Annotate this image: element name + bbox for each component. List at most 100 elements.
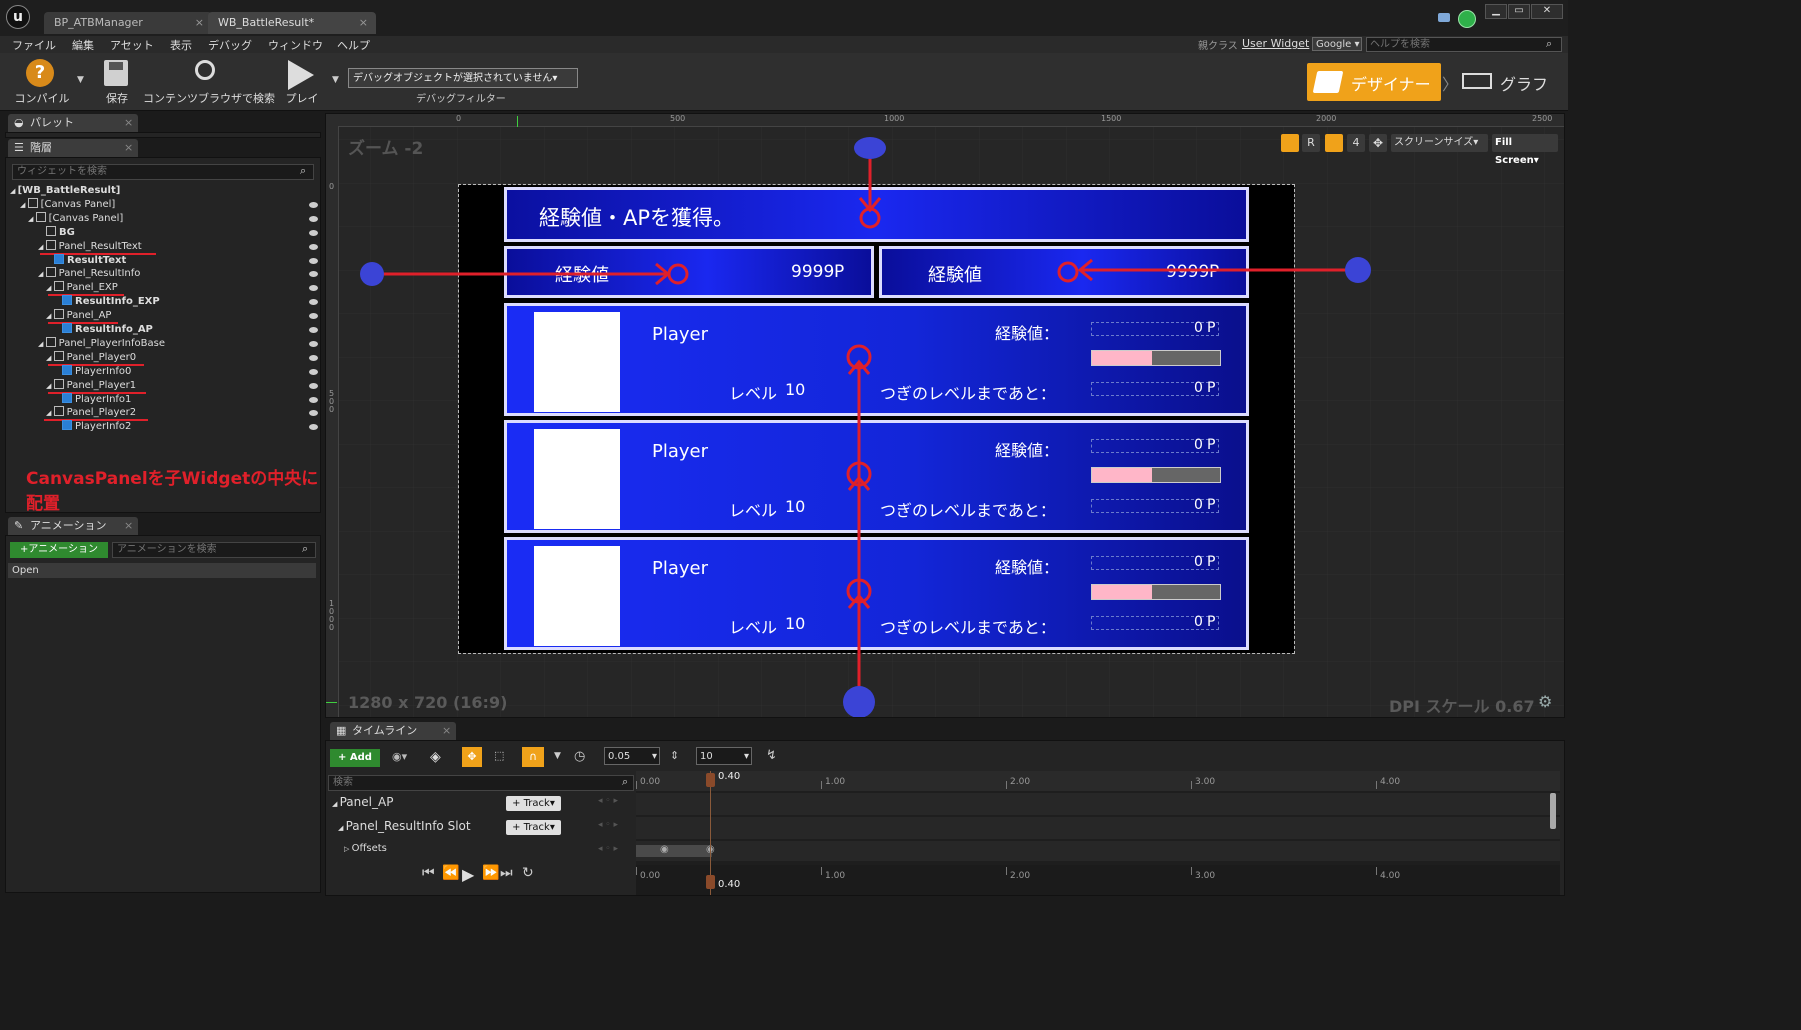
tree-item[interactable]: ◢ [Canvas Panel] [20, 197, 115, 212]
parent-class-value[interactable]: User Widget [1242, 37, 1309, 50]
visibility-eye-icon[interactable] [309, 215, 318, 222]
visibility-eye-icon[interactable] [309, 340, 318, 347]
visibility-eye-icon[interactable] [309, 243, 318, 250]
expand-arrow-icon[interactable]: ◢ [20, 201, 28, 209]
close-icon[interactable]: × [124, 114, 133, 132]
loop-icon[interactable]: ↻ [522, 865, 534, 881]
eye-filter-icon[interactable]: ◉▾ [392, 750, 407, 763]
menu-view[interactable]: 表示 [170, 37, 192, 53]
expand-arrow-icon[interactable]: ◢ [46, 354, 54, 362]
tree-item[interactable]: PlayerInfo1 [62, 392, 131, 407]
close-icon[interactable]: × [442, 722, 451, 740]
chevron-down-icon[interactable]: ▼ [554, 751, 561, 761]
step-back-icon[interactable]: ⏪ [442, 865, 459, 881]
visibility-eye-icon[interactable] [309, 396, 318, 403]
timeline-search-input[interactable] [328, 775, 634, 791]
menu-file[interactable]: ファイル [12, 37, 56, 53]
menu-asset[interactable]: アセット [110, 37, 154, 53]
widget-search-input[interactable] [12, 164, 314, 180]
tree-item[interactable]: ◢ Panel_ResultInfo [38, 267, 140, 281]
time-step-select[interactable]: 0.05 ▾ [604, 747, 660, 765]
key-nav-icon[interactable]: ◂ ◦ ▸ [598, 796, 618, 806]
help-search-input[interactable] [1366, 37, 1562, 52]
tree-item[interactable]: ◢ Panel_EXP [46, 281, 118, 295]
tab-palette[interactable]: ◒ パレット × [8, 114, 138, 132]
snap-move-icon[interactable]: ✥ [462, 747, 482, 767]
tree-item[interactable]: ◢ [WB_BattleResult] [10, 184, 120, 198]
tab-bp-atbmanager[interactable]: BP_ATBManager × [44, 12, 212, 34]
debug-object-select[interactable]: デバッグオブジェクトが選択されていません▾ [348, 68, 578, 88]
key-nav-icon[interactable]: ◂ ◦ ▸ [598, 820, 618, 830]
animation-search-input[interactable] [112, 542, 316, 558]
add-animation-button[interactable]: +アニメーション [10, 542, 108, 558]
expand-arrow-icon[interactable]: ◢ [46, 382, 54, 390]
menu-edit[interactable]: 編集 [72, 37, 94, 53]
key-icon[interactable]: ◈ [430, 749, 441, 765]
close-icon[interactable]: × [124, 139, 133, 157]
expand-arrow-icon[interactable]: ◢ [38, 270, 46, 278]
visibility-eye-icon[interactable] [309, 229, 318, 236]
add-track-button[interactable]: + Track▾ [506, 796, 561, 811]
menu-debug[interactable]: デバッグ [208, 37, 252, 53]
expand-arrow-icon[interactable]: ◢ [46, 284, 54, 292]
playhead-handle[interactable] [706, 875, 715, 889]
tree-item[interactable]: BG [46, 225, 75, 240]
expand-arrow-icon[interactable]: ▷ [344, 845, 352, 853]
visibility-eye-icon[interactable] [309, 327, 318, 333]
expand-arrow-icon[interactable]: ◢ [46, 312, 54, 320]
expand-arrow-icon[interactable]: ◢ [332, 800, 340, 808]
visibility-eye-icon[interactable] [309, 424, 318, 431]
track-label[interactable]: ▷ Offsets [344, 843, 387, 854]
add-track-button[interactable]: + Track▾ [506, 820, 561, 835]
graph-mode-button[interactable]: グラフ [1458, 63, 1560, 101]
close-icon[interactable]: × [359, 12, 368, 34]
compile-button[interactable]: ? コンパイル [8, 56, 76, 108]
expand-arrow-icon[interactable]: ◢ [338, 824, 346, 832]
tree-item[interactable]: ◢ [Canvas Panel] [28, 211, 123, 226]
track-area[interactable]: ◉ ◉ 0.40 0.40 0.000.001.001.002.002.003.… [636, 771, 1560, 895]
chevron-down-icon[interactable]: ▼ [332, 75, 339, 85]
visibility-eye-icon[interactable] [309, 299, 318, 306]
expand-arrow-icon[interactable]: ◢ [28, 215, 36, 223]
unreal-logo-icon[interactable]: u [6, 5, 30, 29]
scrollbar[interactable] [1550, 793, 1556, 829]
menu-help[interactable]: ヘルプ [337, 37, 370, 53]
playhead-handle[interactable] [706, 773, 715, 787]
close-window-button[interactable]: ✕ [1531, 4, 1563, 19]
feedback-icon[interactable] [1438, 13, 1450, 22]
expand-arrow-icon[interactable]: ◢ [10, 187, 18, 195]
tree-item[interactable]: ResultInfo_EXP [62, 295, 160, 309]
visibility-eye-icon[interactable] [309, 285, 318, 292]
visibility-eye-icon[interactable] [309, 201, 318, 208]
animation-item[interactable]: Open [8, 563, 316, 578]
visibility-eye-icon[interactable] [309, 382, 318, 389]
play-icon[interactable]: ▶ [462, 865, 474, 884]
tree-item[interactable]: PlayerInfo2 [62, 420, 131, 434]
keyframe-icon[interactable]: ◉ [660, 844, 669, 855]
tab-animation[interactable]: ✎ アニメーション × [8, 517, 138, 535]
track-label[interactable]: ◢ Panel_ResultInfo Slot [338, 819, 471, 833]
tree-item[interactable]: ResultText [54, 253, 126, 268]
offsets-key-bar[interactable] [636, 845, 712, 857]
close-icon[interactable]: × [124, 517, 133, 535]
tab-hierarchy[interactable]: ☰ 階層 × [8, 139, 138, 157]
tree-item[interactable]: ◢ Panel_AP [46, 309, 111, 323]
save-button[interactable]: 保存 [98, 56, 136, 108]
close-icon[interactable]: × [195, 12, 204, 34]
skip-start-icon[interactable]: ⏮ [422, 865, 435, 881]
tree-item[interactable]: ◢ Panel_ResultText [38, 239, 142, 254]
skip-end-icon[interactable]: ⏭ [500, 865, 513, 881]
designer-viewport[interactable]: 0 500 1000 1500 2000 2500 0 5 0 0 1 0 0 … [325, 113, 1565, 718]
tree-item[interactable]: ResultInfo_AP [62, 323, 153, 337]
frame-count-select[interactable]: 10 ▾ [696, 747, 752, 765]
source-control-icon[interactable] [1458, 10, 1476, 28]
search-engine-select[interactable]: Google ▾ [1312, 37, 1362, 51]
minimize-button[interactable]: ▁ [1485, 4, 1507, 19]
visibility-eye-icon[interactable] [309, 257, 318, 264]
tab-timeline[interactable]: ▦ タイムライン × [330, 722, 456, 740]
track-label[interactable]: ◢ Panel_AP [332, 795, 393, 809]
tab-wb-battleresult[interactable]: WB_BattleResult* × [208, 12, 376, 34]
expand-arrow-icon[interactable]: ◢ [46, 409, 54, 417]
key-nav-icon[interactable]: ◂ ◦ ▸ [598, 844, 618, 854]
visibility-eye-icon[interactable] [309, 410, 318, 417]
